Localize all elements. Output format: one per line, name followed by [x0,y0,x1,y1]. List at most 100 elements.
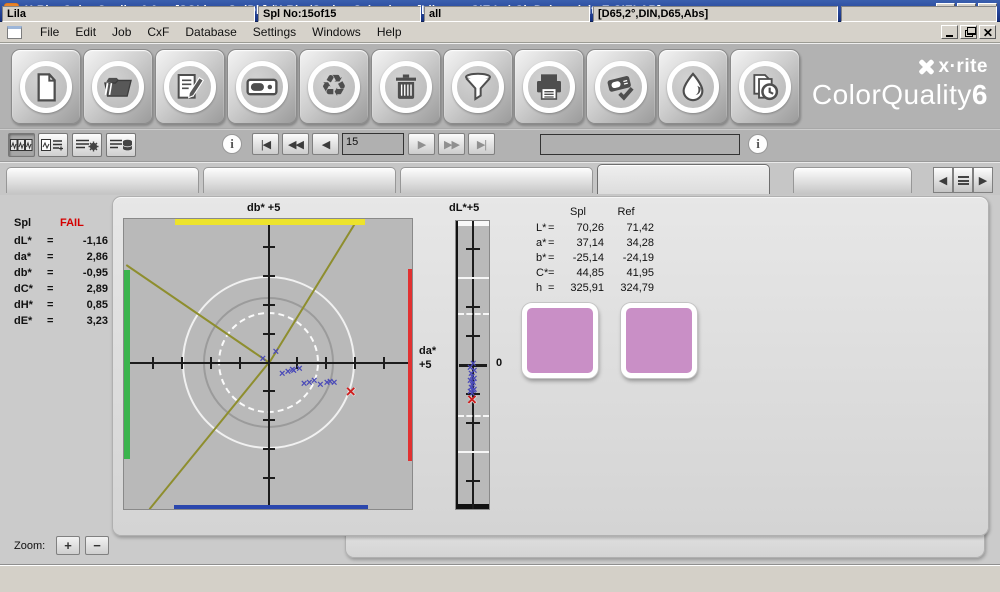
dl-warning-line [458,415,489,417]
sample-name-field[interactable] [540,134,740,155]
record-number-field[interactable]: 15 [342,133,404,155]
printer-icon [523,61,575,113]
child-minimize-button[interactable] [941,25,958,39]
tab-1[interactable] [6,167,199,193]
equals-sign: = [47,315,53,327]
nav-last-button[interactable]: ▶| [468,133,495,155]
timed-report-button[interactable] [730,49,800,124]
y-axis [268,219,270,510]
tab-3[interactable] [400,167,593,193]
equals-sign: = [47,267,53,279]
nav-fast-back-button[interactable]: ◀◀ [282,133,309,155]
tab-2[interactable] [203,167,396,193]
zoom-out-button[interactable]: − [85,536,109,555]
lab-ref-value: -24,19 [606,252,654,264]
edit-sample-button[interactable] [155,49,225,124]
list-database-view-button[interactable] [106,133,136,157]
lab-table-row: h=325,91324,79 [536,282,676,296]
forward-icon: ▶ [418,138,425,151]
menu-bar: File Edit Job CxF Database Settings Wind… [0,22,1000,43]
minus-a-edge-bar [124,270,130,459]
minus-b-edge-bar [174,505,368,510]
lab-table-row: C*=44,8541,95 [536,267,676,281]
info-button-left[interactable]: i [222,134,242,154]
trend-views-button[interactable] [8,133,35,157]
x-tick [181,357,183,369]
sample-marker: × [260,354,266,365]
menu-edit[interactable]: Edit [67,23,104,41]
x-tick [239,357,241,369]
delta-label: dL* [14,235,32,247]
tab-scroll-left-button[interactable]: ◀ [933,167,953,193]
documents-clock-icon [739,61,791,113]
menu-database[interactable]: Database [177,23,244,41]
reference-swatch [621,303,697,378]
tab-5[interactable] [793,167,912,193]
product-logo: ColorQuality6 [812,79,988,111]
lab-table-header-ref: Ref [602,206,650,218]
status-bar [0,564,1000,592]
color-settings-button[interactable] [658,49,728,124]
restore-icon [965,30,973,37]
menu-help[interactable]: Help [369,23,410,41]
sample-swatch [522,303,598,378]
menu-job[interactable]: Job [104,23,139,41]
filter-button[interactable] [443,49,513,124]
tab-4-active[interactable] [597,164,770,194]
lab-ref-value: 71,42 [606,222,654,234]
delta-value: 2,89 [54,283,108,295]
trend-list-view-button[interactable] [38,133,68,157]
lab-spl-value: 325,91 [554,282,604,294]
tab-list-button[interactable] [953,167,973,193]
lab-row-label: L* [536,222,546,234]
delta-label: dC* [14,283,33,295]
list-settings-view-button[interactable] [72,133,102,157]
new-document-button[interactable] [11,49,81,124]
info-button-right[interactable]: i [748,134,768,154]
device-check-button[interactable] [586,49,656,124]
dl-strip-plot: ××××××××××××××× [455,220,490,510]
da-axis-label: da* [419,345,436,357]
delete-button[interactable] [371,49,441,124]
print-button[interactable] [514,49,584,124]
y-tick [263,304,275,306]
dl-tick [466,335,480,337]
zoom-in-button[interactable]: + [56,536,80,555]
status-illuminant: [D65,2°,DIN,D65,Abs] [593,6,838,22]
lab-ref-value: 324,79 [606,282,654,294]
lab-row-label: C* [536,267,548,279]
lab-ref-value: 34,28 [606,237,654,249]
minus-icon: − [93,538,101,553]
plus-icon: + [64,538,72,553]
open-folder-button[interactable] [83,49,153,124]
menu-file[interactable]: File [32,23,67,41]
y-tick [263,419,275,421]
nav-first-button[interactable]: |◀ [252,133,279,155]
application-window: X-Rite Color Quality 6.0 - [SQLite - Std… [0,0,1000,592]
menu-settings[interactable]: Settings [245,23,304,41]
menu-cxf[interactable]: CxF [139,23,177,41]
menu-windows[interactable]: Windows [304,23,369,41]
lab-row-label: h [536,282,542,294]
recalculate-button[interactable]: ♻ [299,49,369,124]
back-icon: ◀ [322,138,329,151]
delta-label: db* [14,267,32,279]
nav-back-button[interactable]: ◀ [312,133,339,155]
tab-scroll-right-button[interactable]: ▶ [973,167,993,193]
sample-header-label: Spl [14,217,31,229]
sample-marker: × [331,378,337,389]
mdi-child-icon[interactable] [7,26,22,39]
lab-row-label: b* [536,252,546,264]
measure-device-button[interactable] [227,49,297,124]
nav-fast-forward-button[interactable]: ▶▶ [438,133,465,155]
sample-marker: × [317,380,323,391]
lab-row-label: a* [536,237,546,249]
delta-value: -1,16 [54,235,108,247]
child-restore-button[interactable] [960,25,977,39]
status-standard-name: Lila [2,6,255,22]
info-icon: i [230,136,234,152]
product-version: 6 [972,79,988,110]
child-close-button[interactable] [979,25,996,39]
lab-spl-value: -25,14 [554,252,604,264]
nav-forward-button[interactable]: ▶ [408,133,435,155]
